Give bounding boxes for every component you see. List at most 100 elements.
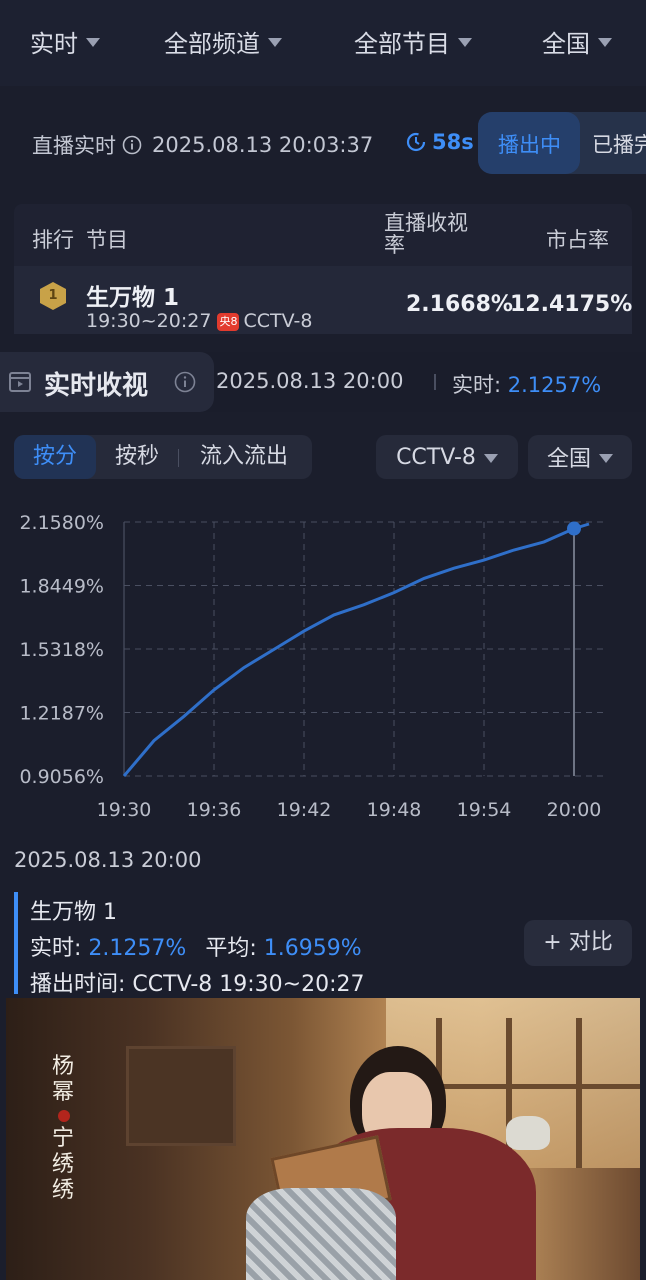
filter-region[interactable]: 全国 — [542, 24, 612, 59]
live-status: 直播实时 2025.08.13 20:03:37 — [32, 130, 373, 160]
series-color-bar — [14, 892, 18, 994]
tab-on-air[interactable]: 播出中 — [478, 112, 580, 174]
realtime-header: 实时收视 2025.08.13 20:00 实时: 2.1257% — [0, 352, 646, 412]
realtime-current: 实时: 2.1257% — [452, 369, 601, 399]
series-line — [122, 522, 590, 777]
tab-on-air-label: 播出中 — [498, 133, 561, 157]
video-icon — [9, 372, 31, 392]
detail-datetime: 2025.08.13 20:00 — [14, 848, 202, 872]
info-icon[interactable] — [122, 135, 142, 155]
ratings-line-chart[interactable]: 0.9056% 1.2187% 1.5318% 1.8449% 2.1580% 19:3… — [0, 500, 646, 830]
col-rating[interactable]: 直播收视 率 — [384, 212, 468, 256]
col-share[interactable]: 市占率 — [546, 224, 609, 254]
chevron-down-icon — [599, 453, 613, 463]
data-points — [567, 521, 581, 536]
detail-avg-label: 平均: — [205, 936, 257, 961]
col-rating-line1: 直播收视 — [384, 211, 468, 235]
table-row[interactable]: 1 生万物 1 19:30~20:27 央8 CCTV-8 2.1668% 12.… — [14, 266, 632, 334]
filter-program[interactable]: 全部节目 — [354, 24, 472, 59]
divider — [178, 449, 179, 467]
detail-airtime-label: 播出时间: — [30, 972, 126, 997]
tab-flow[interactable]: 流入流出 — [182, 435, 306, 479]
tab-by-minute[interactable]: 按分 — [14, 435, 96, 479]
compare-button[interactable]: + 对比 — [524, 920, 632, 966]
chevron-down-icon — [483, 453, 498, 463]
y-tick-label: 1.5318% — [19, 639, 104, 661]
filter-region-label: 全国 — [542, 30, 590, 58]
refresh-countdown[interactable]: 58s — [406, 130, 474, 154]
cctv8-logo-icon: 央8 — [217, 313, 240, 331]
y-axis: 0.9056% 1.2187% 1.5318% 1.8449% 2.1580% — [19, 512, 104, 788]
program-title: 生万物 1 — [86, 285, 180, 311]
live-prefix: 直播实时 — [32, 134, 116, 158]
realtime-datetime: 2025.08.13 20:00 — [216, 369, 404, 393]
program-time: 19:30~20:27 — [86, 310, 212, 332]
x-tick-label: 19:30 — [97, 799, 152, 821]
col-program: 节目 — [86, 228, 128, 252]
detail-current-value: 2.1257% — [88, 936, 187, 961]
plaid-skirt — [246, 1188, 396, 1280]
program-schedule: 19:30~20:27 央8 CCTV-8 — [86, 310, 312, 332]
region-select-label: 全国 — [546, 447, 591, 472]
region-select[interactable]: 全国 — [528, 435, 632, 479]
live-datetime: 2025.08.13 20:03:37 — [152, 133, 374, 157]
chevron-down-icon — [598, 38, 612, 47]
y-tick-label: 2.1580% — [19, 512, 104, 534]
channel-select-label: CCTV-8 — [396, 444, 476, 470]
y-tick-label: 0.9056% — [19, 766, 104, 788]
drama-poster-image: 杨幂 宁绣绣 — [6, 998, 640, 1280]
filter-channel[interactable]: 全部频道 — [164, 24, 282, 59]
realtime-current-label: 实时: — [452, 373, 502, 397]
col-rating-line2: 率 — [384, 233, 405, 257]
tea-cup — [506, 1116, 550, 1150]
rating-value: 2.1668% — [406, 292, 513, 317]
detail-airtime: 播出时间: CCTV-8 19:30~20:27 — [30, 966, 365, 998]
chevron-down-icon — [86, 38, 100, 47]
detail-stats: 实时: 2.1257% 平均: 1.6959% — [30, 930, 362, 962]
poster-character-name: 宁绣绣 — [52, 1126, 75, 1203]
detail-airtime-value: CCTV-8 19:30~20:27 — [132, 972, 365, 997]
tab-finished[interactable]: 已播完 — [592, 129, 646, 159]
window-frame — [576, 1018, 582, 1168]
detail-avg-value: 1.6959% — [263, 936, 362, 961]
info-icon[interactable] — [174, 371, 196, 393]
program-channel: CCTV-8 — [243, 310, 313, 332]
divider — [434, 374, 436, 390]
rank-number: 1 — [48, 288, 58, 303]
realtime-current-value: 2.1257% — [507, 373, 602, 397]
x-axis: 19:30 19:36 19:42 19:48 19:54 20:00 — [97, 799, 602, 821]
countdown-value: 58s — [432, 130, 474, 154]
realtime-title-tab: 实时收视 — [0, 352, 214, 412]
y-tick-label: 1.2187% — [19, 703, 104, 725]
share-value: 12.4175% — [510, 292, 633, 317]
filter-time[interactable]: 实时 — [30, 24, 100, 59]
rank-medal-icon: 1 — [40, 282, 66, 310]
detail-current-label: 实时: — [30, 936, 82, 961]
x-tick-label: 19:48 — [367, 799, 422, 821]
tab-by-second[interactable]: 按秒 — [98, 435, 176, 479]
x-tick-label: 19:36 — [187, 799, 242, 821]
chart-grid — [123, 521, 604, 777]
ranking-table: 排行 节目 直播收视 率 市占率 1 生万物 1 19:30~20:27 央8 C… — [14, 204, 632, 334]
detail-program: 生万物 1 — [30, 900, 117, 925]
x-tick-label: 19:54 — [457, 799, 512, 821]
poster-seal-dot — [58, 1110, 70, 1122]
refresh-clock-icon — [406, 132, 426, 152]
highlight-point[interactable] — [567, 521, 581, 536]
filter-channel-label: 全部频道 — [164, 30, 260, 58]
realtime-title: 实时收视 — [44, 371, 149, 401]
col-rank: 排行 — [32, 228, 74, 252]
cabinet — [126, 1046, 236, 1146]
chevron-down-icon — [458, 38, 472, 47]
y-tick-label: 1.8449% — [19, 576, 104, 598]
x-tick-label: 20:00 — [547, 799, 602, 821]
broadcast-status-toggle: 播出中 已播完 — [478, 112, 646, 174]
poster-actor-name: 杨幂 — [52, 1054, 75, 1105]
filter-program-label: 全部节目 — [354, 30, 450, 58]
granularity-tabs: 按分 按秒 流入流出 — [14, 435, 312, 479]
chevron-down-icon — [268, 38, 282, 47]
filter-time-label: 实时 — [30, 30, 78, 58]
filter-bar: 实时 全部频道 全部节目 全国 — [0, 0, 646, 86]
x-tick-label: 19:42 — [277, 799, 332, 821]
channel-select[interactable]: CCTV-8 — [376, 435, 518, 479]
